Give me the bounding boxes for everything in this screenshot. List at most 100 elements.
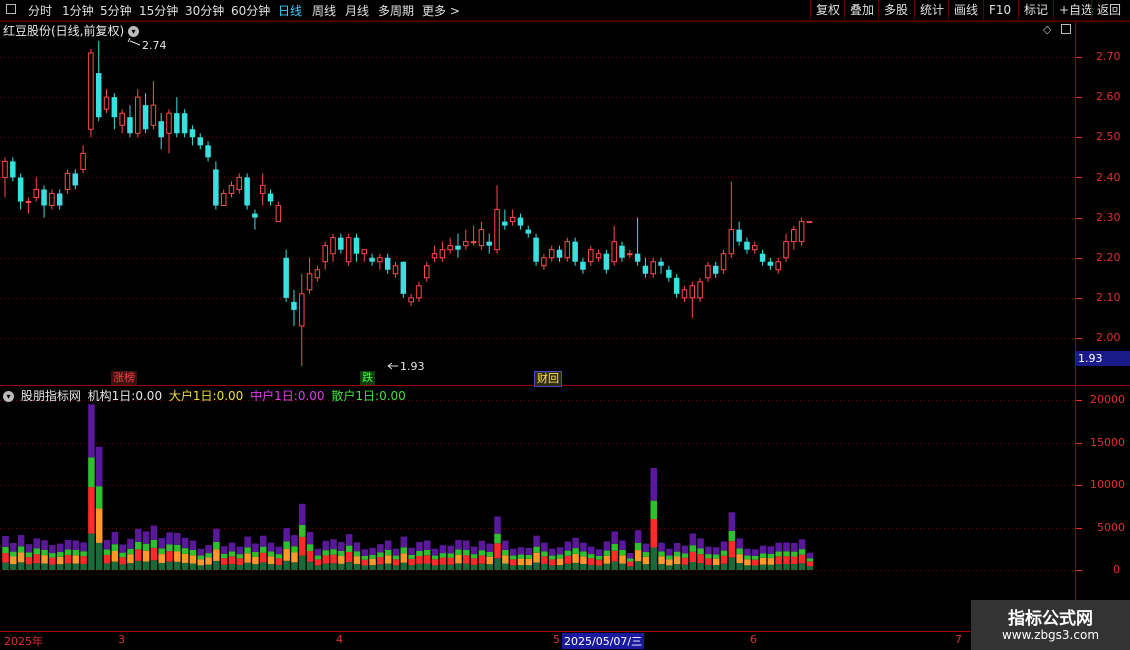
- volume-segment: [275, 554, 283, 559]
- candle: [135, 89, 141, 138]
- volume-segment: [322, 555, 329, 564]
- candle: [299, 273, 305, 367]
- volume-segment: [642, 556, 650, 565]
- volume-tick: 0: [1113, 563, 1120, 576]
- volume-segment: [41, 540, 48, 550]
- candle-body: [767, 261, 774, 266]
- volume-segment: [181, 562, 189, 570]
- watermark-title: 指标公式网: [1008, 609, 1093, 629]
- candle: [353, 233, 360, 262]
- candle: [509, 209, 516, 226]
- volume-segment: [517, 558, 525, 565]
- volume-segment: [267, 563, 275, 570]
- volume-segment: [486, 564, 493, 570]
- volume-segment: [408, 558, 415, 566]
- volume-segment: [783, 563, 790, 570]
- volume-segment: [283, 549, 290, 561]
- volume-segment: [236, 564, 244, 570]
- candle-body: [619, 245, 625, 258]
- candle: [56, 189, 63, 210]
- volume-segment: [158, 554, 165, 563]
- candle: [517, 213, 524, 230]
- candle-body: [728, 229, 735, 255]
- candle-body: [361, 249, 368, 255]
- volume-segment: [244, 547, 251, 554]
- indicator-jigou-label: 机构1日:: [87, 389, 136, 403]
- volume-segment: [650, 519, 657, 548]
- volume-segment: [236, 546, 244, 555]
- volume-segment: [548, 555, 556, 560]
- volume-segment: [345, 534, 353, 546]
- stock-title-text: 红豆股份(日线,前复权): [3, 24, 125, 38]
- volume-segment: [736, 538, 743, 549]
- candle-body: [49, 192, 55, 207]
- event-tag-die[interactable]: 跌: [360, 371, 375, 385]
- candle: [431, 245, 438, 262]
- candle-body: [2, 160, 8, 178]
- volume-segment: [455, 554, 462, 564]
- watermark: 指标公式网 www.zbgs3.com: [971, 600, 1130, 650]
- volume-segment: [447, 553, 454, 558]
- volume-segment: [33, 548, 40, 555]
- volume-segment: [330, 549, 337, 555]
- candle-body: [595, 253, 602, 259]
- event-tag-caihui[interactable]: 财回: [534, 371, 562, 387]
- volume-segment: [463, 563, 470, 570]
- candle: [759, 249, 766, 266]
- candle-body: [330, 237, 336, 255]
- volume-segment: [10, 556, 17, 565]
- candle: [49, 189, 55, 210]
- panel-toggle-icon[interactable]: [1061, 24, 1071, 34]
- volume-segment: [783, 556, 790, 564]
- volume-segment: [470, 564, 478, 570]
- volume-segment: [658, 551, 665, 557]
- candle: [17, 173, 24, 210]
- candle: [259, 173, 266, 206]
- volume-segment: [275, 558, 283, 565]
- volume-segment: [697, 548, 704, 555]
- candle: [314, 265, 321, 282]
- volume-segment: [205, 545, 212, 554]
- volume-segment: [783, 551, 790, 557]
- volume-segment: [416, 542, 423, 551]
- volume-segment: [244, 536, 251, 548]
- volume-segment: [673, 551, 681, 557]
- candle-body: [56, 193, 63, 206]
- candle: [798, 217, 805, 246]
- volume-segment: [252, 543, 259, 553]
- candle-body: [580, 261, 586, 270]
- volume-segment: [119, 552, 126, 558]
- volume-bars: [2, 404, 814, 570]
- candle: [588, 245, 594, 266]
- candle: [369, 253, 375, 266]
- volume-segment: [33, 554, 40, 564]
- volume-segment: [291, 546, 298, 553]
- volume-segment: [291, 535, 298, 547]
- volume-segment: [377, 557, 384, 565]
- volume-segment: [150, 560, 158, 570]
- selected-date[interactable]: 2025/05/07/三: [562, 633, 645, 649]
- chevron-down-icon[interactable]: ▾: [128, 26, 140, 37]
- volume-segment: [689, 533, 697, 546]
- candle-body: [478, 229, 485, 247]
- candle: [650, 257, 656, 278]
- candle-body: [791, 229, 797, 243]
- candle-body: [603, 253, 610, 270]
- kline-chart[interactable]: [0, 0, 1130, 650]
- volume-segment: [798, 554, 806, 564]
- volume-segment: [228, 542, 236, 552]
- volume-segment: [392, 559, 400, 566]
- volume-segment: [627, 561, 634, 567]
- volume-segment: [111, 544, 119, 552]
- volume-segment: [798, 549, 806, 555]
- diamond-icon[interactable]: ◇: [1043, 23, 1051, 36]
- volume-segment: [806, 552, 814, 559]
- volume-segment: [627, 558, 634, 562]
- chevron-down-icon[interactable]: ▾: [3, 391, 14, 402]
- volume-segment: [564, 555, 572, 564]
- volume-segment: [728, 512, 736, 531]
- volume-segment: [666, 555, 673, 560]
- event-tag-zhangbang[interactable]: 涨榜: [111, 371, 137, 385]
- volume-tick: 5000: [1097, 521, 1125, 534]
- volume-segment: [197, 555, 204, 560]
